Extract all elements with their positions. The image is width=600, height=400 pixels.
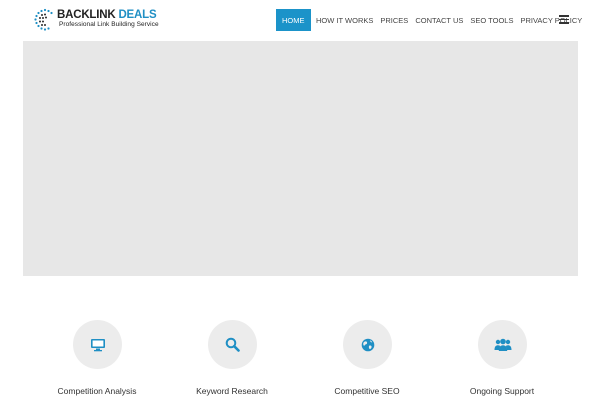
- feature-competition-analysis: Competition Analysis: [37, 320, 157, 400]
- globe-icon: [361, 338, 374, 351]
- main-nav: HOME HOW IT WORKS PRICES CONTACT US SEO …: [276, 9, 586, 31]
- feature-label: Keyword Research: [196, 386, 268, 396]
- feature-competitive-seo: Competitive SEO: [307, 320, 427, 400]
- feature-icon-button[interactable]: [208, 320, 257, 369]
- feature-icon-button[interactable]: [478, 320, 527, 369]
- nav-item-prices[interactable]: PRICES: [377, 9, 412, 31]
- users-icon: [494, 338, 511, 351]
- site-logo[interactable]: BACKLINK DEALS Professional Link Buildin…: [32, 7, 164, 33]
- nav-item-home[interactable]: HOME: [276, 9, 311, 31]
- hamburger-icon[interactable]: [559, 15, 569, 24]
- feature-icon-button[interactable]: [343, 320, 392, 369]
- site-header: BACKLINK DEALS Professional Link Buildin…: [0, 0, 600, 40]
- logo-word-deals: DEALS: [118, 9, 157, 21]
- feature-label: Competition Analysis: [57, 386, 137, 396]
- logo-dots-icon: [34, 8, 53, 31]
- feature-icon-button[interactable]: [73, 320, 122, 369]
- search-icon: [225, 337, 240, 352]
- feature-label: Competitive SEO: [334, 386, 400, 396]
- nav-item-how-it-works[interactable]: HOW IT WORKS: [313, 9, 377, 31]
- feature-keyword-research: Keyword Research: [172, 320, 292, 400]
- feature-ongoing-support: Ongoing Support: [442, 320, 562, 400]
- nav-item-contact-us[interactable]: CONTACT US: [412, 9, 467, 31]
- logo-tagline: Professional Link Building Service: [59, 21, 159, 28]
- logo-word-backlink: BACKLINK: [57, 9, 116, 21]
- feature-label: Ongoing Support: [469, 386, 535, 396]
- hero-banner: [23, 41, 578, 276]
- nav-item-privacy-policy[interactable]: PRIVACY POLICY: [517, 9, 586, 31]
- logo-title: BACKLINK DEALS: [57, 9, 157, 21]
- monitor-icon: [90, 338, 105, 351]
- nav-item-seo-tools[interactable]: SEO TOOLS: [467, 9, 517, 31]
